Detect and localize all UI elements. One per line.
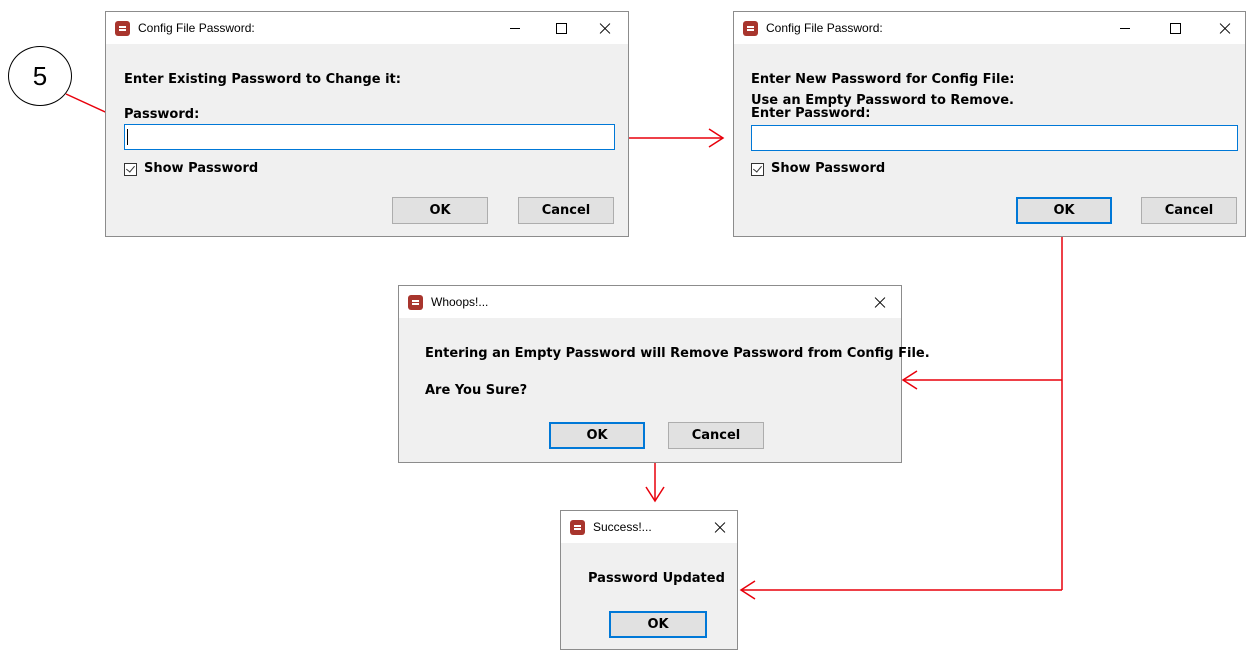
ok-button[interactable]: OK [392, 197, 488, 224]
maximize-icon[interactable] [1152, 12, 1198, 44]
app-icon [408, 295, 423, 310]
password-label: Enter Password: [751, 106, 871, 121]
cancel-button[interactable]: Cancel [518, 197, 614, 224]
close-icon[interactable] [1202, 12, 1246, 44]
dialog-existing-password: Config File Password: Enter Existing Pas… [105, 11, 629, 237]
step-callout: 5 [8, 46, 72, 106]
dialog-new-password: Config File Password: Enter New Password… [733, 11, 1246, 237]
prompt-text: Enter Existing Password to Change it: [124, 72, 401, 87]
text-caret [127, 129, 128, 145]
title-bar: Config File Password: [734, 12, 1245, 44]
close-icon[interactable] [857, 286, 903, 318]
minimize-icon[interactable] [492, 12, 538, 44]
title-bar: Config File Password: [106, 12, 628, 44]
maximize-icon[interactable] [538, 12, 584, 44]
close-icon[interactable] [582, 12, 628, 44]
cancel-button[interactable]: Cancel [1141, 197, 1237, 224]
warning-message: Entering an Empty Password will Remove P… [425, 346, 930, 361]
app-icon [570, 520, 585, 535]
show-password-label[interactable]: Show Password [771, 161, 885, 176]
dialog-success: Success!... Password Updated OK [560, 510, 738, 650]
title-bar: Success!... [561, 511, 737, 543]
password-label: Password: [124, 107, 200, 122]
close-icon[interactable] [697, 511, 743, 543]
app-icon [743, 21, 758, 36]
dialog-whoops-confirm: Whoops!... Entering an Empty Password wi… [398, 285, 930, 463]
password-input[interactable] [751, 125, 1238, 151]
cancel-button[interactable]: Cancel [668, 422, 764, 449]
confirm-question: Are You Sure? [425, 383, 528, 398]
window-title: Config File Password: [766, 21, 883, 35]
window-title: Whoops!... [431, 295, 489, 309]
title-bar: Whoops!... [399, 286, 901, 318]
window-title: Config File Password: [138, 21, 255, 35]
password-input[interactable] [124, 124, 615, 150]
window-title: Success!... [593, 520, 652, 534]
prompt-text: Enter New Password for Config File: [751, 72, 1015, 87]
ok-button[interactable]: OK [549, 422, 645, 449]
show-password-checkbox[interactable] [124, 163, 137, 176]
success-message: Password Updated [588, 571, 725, 586]
show-password-label[interactable]: Show Password [144, 161, 258, 176]
minimize-icon[interactable] [1102, 12, 1148, 44]
show-password-checkbox[interactable] [751, 163, 764, 176]
app-icon [115, 21, 130, 36]
ok-button[interactable]: OK [609, 611, 707, 638]
step-number: 5 [32, 60, 48, 91]
ok-button[interactable]: OK [1016, 197, 1112, 224]
